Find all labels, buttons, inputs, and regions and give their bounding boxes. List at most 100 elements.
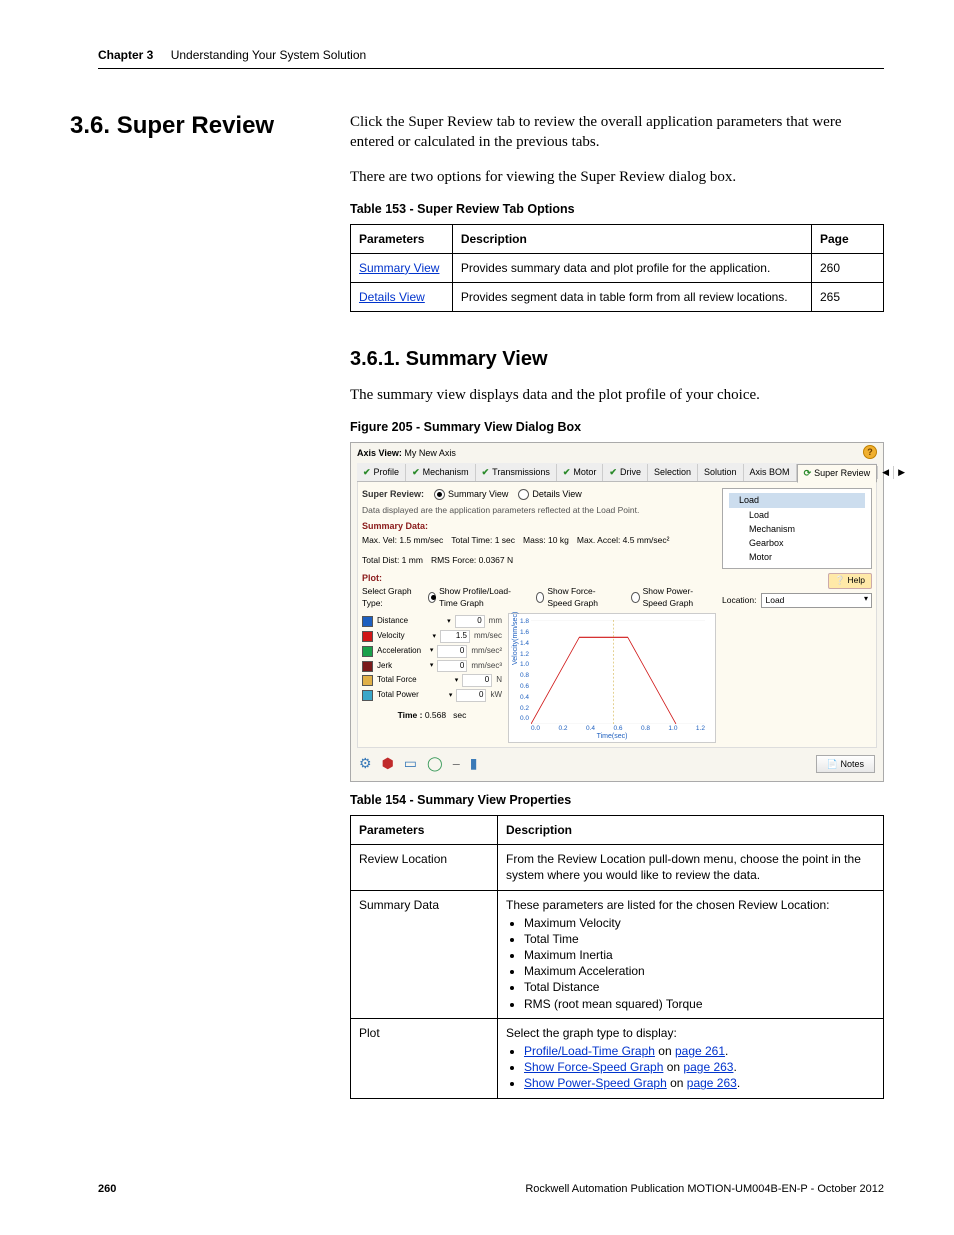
link-show-force-speed-graph[interactable]: Show Force-Speed Graph (524, 1060, 663, 1074)
t154-r3-param: Plot (351, 1018, 498, 1098)
list-item: Maximum Inertia (524, 947, 875, 963)
legend-row-distance: Distance▾0mm (362, 615, 502, 628)
radio-summary-view[interactable]: Summary View (434, 488, 508, 500)
legend-row-acceleration: Acceleration▾0mm/sec² (362, 645, 502, 658)
tree-node-mechanism[interactable]: Mechanism (729, 522, 865, 536)
tree-node-gearbox[interactable]: Gearbox (729, 536, 865, 550)
color-swatch (362, 646, 373, 657)
list-item: Show Power-Speed Graph on page 263. (524, 1075, 875, 1091)
component-icon-strip: ⚙ ⬢ ▭ ◯ ⎯ ▮ 📄 Notes (357, 748, 877, 775)
tab-strip: ✔Profile✔Mechanism✔Transmissions✔Motor✔D… (357, 463, 877, 482)
check-icon: ✔ (412, 466, 420, 478)
link-show-power-speed-graph[interactable]: Show Power-Speed Graph (524, 1076, 667, 1090)
tree-node-motor[interactable]: Motor (729, 550, 865, 564)
link-page[interactable]: page 263 (687, 1076, 737, 1090)
subsection-title: 3.6.1. Summary View (350, 346, 884, 373)
chevron-down-icon[interactable]: ▾ (430, 661, 434, 670)
intro-paragraph-1: Click the Super Review tab to review the… (350, 112, 884, 153)
chevron-down-icon[interactable]: ▾ (455, 676, 459, 685)
t153-r1-page: 260 (812, 253, 884, 282)
summary-value: RMS Force: 0.0367 N (431, 555, 513, 566)
tab-solution[interactable]: Solution (698, 464, 744, 480)
radio-details-view[interactable]: Details View (518, 488, 581, 500)
graph-type-label: Select Graph Type: (362, 586, 416, 609)
plot-label: Plot: (362, 572, 716, 584)
tree-node-load-child[interactable]: Load (729, 508, 865, 522)
t154-r2-desc: These parameters are listed for the chos… (498, 890, 884, 1018)
color-swatch (362, 616, 373, 627)
link-page[interactable]: page 261 (675, 1044, 725, 1058)
list-item: Maximum Velocity (524, 915, 875, 931)
help-button[interactable]: ❔ Help (828, 573, 872, 588)
summary-view-dialog: ? Axis View: My New Axis ✔Profile✔Mechan… (350, 442, 884, 782)
tab-scroll-left[interactable]: ◀ (877, 466, 893, 478)
super-review-label: Super Review: (362, 488, 424, 500)
link-details-view[interactable]: Details View (359, 290, 425, 304)
t153-h1: Parameters (351, 224, 453, 253)
link-page[interactable]: page 263 (683, 1060, 733, 1074)
gear-icon: ◯ (427, 754, 443, 773)
chevron-down-icon[interactable]: ▾ (447, 617, 451, 626)
location-tree[interactable]: Load Load Mechanism Gearbox Motor (722, 488, 872, 569)
list-item: Show Force-Speed Graph on page 263. (524, 1059, 875, 1075)
tab-transmissions[interactable]: ✔Transmissions (476, 464, 557, 480)
page-header: Chapter 3 Understanding Your System Solu… (98, 48, 884, 69)
axis-view-label-text: Axis View: (357, 448, 402, 458)
location-dropdown[interactable]: Load (761, 593, 873, 608)
list-item: RMS (root mean squared) Torque (524, 996, 875, 1012)
summary-value: Max. Vel: 1.5 mm/sec (362, 535, 443, 546)
color-swatch (362, 661, 373, 672)
motor-icon: ⚙ (359, 754, 372, 773)
tab-profile[interactable]: ✔Profile (357, 464, 406, 480)
time-readout: Time : 0.568 sec (362, 710, 502, 721)
tab-super-review[interactable]: ⟳Super Review (797, 464, 878, 482)
subsection-intro: The summary view displays data and the p… (350, 385, 884, 405)
tab-mechanism[interactable]: ✔Mechanism (406, 464, 476, 480)
section-title: 3.6. Super Review (70, 112, 274, 140)
reload-icon: ⟳ (804, 467, 812, 479)
table-154-caption: Table 154 - Summary View Properties (350, 792, 884, 809)
check-icon: ✔ (563, 466, 571, 478)
notes-button[interactable]: 📄 Notes (816, 755, 875, 773)
load-icon: ▮ (470, 754, 478, 773)
radio-force-speed[interactable]: Show Force-Speed Graph (536, 586, 619, 609)
intro-paragraph-2: There are two options for viewing the Su… (350, 167, 884, 187)
color-swatch (362, 675, 373, 686)
t154-r2-param: Summary Data (351, 890, 498, 1018)
radio-power-speed[interactable]: Show Power-Speed Graph (631, 586, 716, 609)
tab-drive[interactable]: ✔Drive (603, 464, 648, 480)
link-summary-view[interactable]: Summary View (359, 261, 439, 275)
t154-h2: Description (498, 815, 884, 844)
summary-data-label: Summary Data: (362, 520, 716, 532)
axis-view-value: My New Axis (404, 448, 456, 458)
t154-r1-desc: From the Review Location pull-down menu,… (498, 845, 884, 890)
tree-node-load[interactable]: Load (729, 493, 865, 507)
link-profile-load-time-graph[interactable]: Profile/Load-Time Graph (524, 1044, 655, 1058)
tab-selection[interactable]: Selection (648, 464, 698, 480)
axis-view-label: Axis View: My New Axis (357, 447, 877, 459)
velocity-time-chart: Velocity(mm/sec) Time(sec) 0.00.20.40.60… (508, 613, 716, 743)
check-icon: ✔ (482, 466, 490, 478)
t153-h2: Description (452, 224, 811, 253)
tab-scroll-right[interactable]: ▶ (893, 466, 909, 478)
table-row: Plot Select the graph type to display: P… (351, 1018, 884, 1098)
plot-legend: Distance▾0mmVelocity▾1.5mm/secAccelerati… (362, 613, 502, 743)
tab-axis-bom[interactable]: Axis BOM (744, 464, 797, 480)
table-153-caption: Table 153 - Super Review Tab Options (350, 201, 884, 218)
table-row: Summary View Provides summary data and p… (351, 253, 884, 282)
page-number: 260 (98, 1183, 116, 1195)
legend-row-jerk: Jerk▾0mm/sec³ (362, 660, 502, 673)
screw-icon: ⎯ (453, 754, 460, 773)
chevron-down-icon[interactable]: ▾ (432, 632, 436, 641)
chevron-down-icon[interactable]: ▾ (430, 646, 434, 655)
tab-motor[interactable]: ✔Motor (557, 464, 604, 480)
radio-profile-load-time[interactable]: Show Profile/Load-Time Graph (428, 586, 524, 609)
data-hint: Data displayed are the application param… (362, 505, 716, 516)
t153-r2-desc: Provides segment data in table form from… (452, 283, 811, 312)
table-row: Summary Data These parameters are listed… (351, 890, 884, 1018)
color-swatch (362, 690, 373, 701)
chevron-down-icon[interactable]: ▾ (449, 691, 453, 700)
page-footer: 260 Rockwell Automation Publication MOTI… (98, 1183, 884, 1195)
list-item: Total Time (524, 931, 875, 947)
legend-row-total-force: Total Force▾0N (362, 674, 502, 687)
